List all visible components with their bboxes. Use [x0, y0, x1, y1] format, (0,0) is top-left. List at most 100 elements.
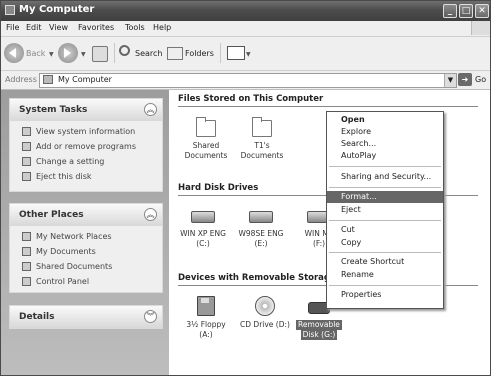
views-dropdown-icon[interactable]: ▼: [246, 51, 251, 58]
address-field[interactable]: My Computer ▼: [39, 73, 457, 88]
minimize-button[interactable]: _: [443, 4, 457, 18]
menu-separator: [329, 252, 441, 253]
my-computer-icon: [5, 5, 15, 15]
title-bar: My Computer _ □ ✕: [1, 1, 490, 21]
item-label: W98SE ENG: [238, 229, 284, 238]
panel-title: Details: [19, 312, 55, 322]
search-button[interactable]: Search: [135, 49, 162, 58]
menu-help[interactable]: Help: [153, 23, 171, 32]
system-tasks-header[interactable]: System Tasks ︽: [10, 99, 162, 121]
details-panel: Details ︾: [9, 305, 163, 329]
other-places-header[interactable]: Other Places ︽: [10, 204, 162, 226]
system-info-icon: [22, 127, 31, 136]
menu-item-format[interactable]: Format...: [327, 191, 443, 203]
place-network[interactable]: My Network Places: [10, 230, 162, 245]
task-label: Eject this disk: [36, 172, 92, 181]
hard-disk-icon: [191, 211, 215, 223]
item-label: (A:): [199, 330, 213, 339]
place-label: Shared Documents: [36, 262, 113, 271]
other-places-panel: Other Places ︽ My Network Places My Docu…: [9, 203, 163, 293]
eject-icon: [22, 172, 31, 181]
collapse-icon[interactable]: ︽: [144, 103, 157, 116]
close-button[interactable]: ✕: [475, 4, 489, 18]
item-label: CD Drive (D:): [240, 320, 290, 329]
task-view-system-info[interactable]: View system information: [10, 125, 162, 140]
task-add-remove-programs[interactable]: Add or remove programs: [10, 140, 162, 155]
menu-separator: [329, 220, 441, 221]
task-label: Change a setting: [36, 157, 105, 166]
menu-item-autoplay[interactable]: AutoPlay: [327, 150, 443, 162]
panel-title: Other Places: [19, 210, 84, 220]
forward-arrow-icon[interactable]: [58, 43, 78, 63]
go-button[interactable]: Go: [475, 75, 486, 84]
folder-icon: [252, 117, 272, 137]
group-divider: [178, 106, 478, 107]
place-label: Control Panel: [36, 277, 90, 286]
item-label: WIN XP ENG: [180, 229, 226, 238]
shared-documents-folder[interactable]: Shared Documents: [178, 117, 234, 161]
drive-e[interactable]: W98SE ENG (E:): [233, 207, 289, 249]
folder-icon: [22, 247, 31, 256]
search-icon[interactable]: [119, 45, 130, 56]
menu-item-search[interactable]: Search...: [327, 138, 443, 150]
place-control-panel[interactable]: Control Panel: [10, 275, 162, 290]
up-folder-icon[interactable]: [92, 46, 108, 62]
menu-separator: [329, 187, 441, 188]
menu-file[interactable]: File: [6, 23, 19, 32]
context-menu: Open Explore Search... AutoPlay Sharing …: [326, 111, 444, 309]
t1-documents-folder[interactable]: T1's Documents: [234, 117, 290, 161]
place-shared-documents[interactable]: Shared Documents: [10, 260, 162, 275]
item-label-selected: Removable: [296, 320, 342, 330]
network-places-icon: [22, 232, 31, 241]
maximize-button[interactable]: □: [459, 4, 473, 18]
group-header: Files Stored on This Computer: [178, 94, 324, 104]
folders-button[interactable]: Folders: [185, 49, 214, 58]
cd-drive-d[interactable]: CD Drive (D:): [235, 296, 295, 330]
menu-item-open[interactable]: Open: [327, 114, 443, 126]
views-icon[interactable]: [227, 46, 245, 60]
task-label: Add or remove programs: [36, 142, 136, 151]
forward-dropdown-icon[interactable]: ▼: [81, 51, 86, 58]
details-header[interactable]: Details ︾: [10, 306, 162, 328]
window-title: My Computer: [19, 4, 95, 15]
menu-item-rename[interactable]: Rename: [327, 269, 443, 281]
expand-icon[interactable]: ︾: [144, 310, 157, 323]
menu-view[interactable]: View: [49, 23, 68, 32]
back-button[interactable]: Back: [26, 49, 45, 58]
menu-favorites[interactable]: Favorites: [78, 23, 114, 32]
menu-tools[interactable]: Tools: [125, 23, 145, 32]
menu-item-copy[interactable]: Copy: [327, 237, 443, 249]
go-arrow-icon[interactable]: ➜: [458, 73, 472, 86]
menu-item-cut[interactable]: Cut: [327, 224, 443, 236]
back-arrow-icon[interactable]: [4, 43, 24, 63]
folders-icon[interactable]: [167, 47, 183, 60]
item-label: Documents: [184, 151, 228, 160]
hard-disk-icon: [249, 211, 273, 223]
chevron-down-icon[interactable]: ▼: [444, 74, 456, 87]
folder-icon: [22, 262, 31, 271]
toolbar-divider: [220, 43, 221, 63]
task-pane: System Tasks ︽ View system information A…: [1, 90, 169, 375]
task-change-setting[interactable]: Change a setting: [10, 155, 162, 170]
menu-item-properties[interactable]: Properties: [327, 289, 443, 301]
toolbar-divider: [114, 43, 115, 63]
menu-item-explore[interactable]: Explore: [327, 126, 443, 138]
menu-item-eject[interactable]: Eject: [327, 204, 443, 216]
drive-c[interactable]: WIN XP ENG (C:): [175, 207, 231, 249]
floppy-drive-a[interactable]: 3½ Floppy (A:): [178, 296, 234, 340]
item-label: (C:): [196, 239, 210, 248]
menu-item-sharing-security[interactable]: Sharing and Security...: [327, 171, 443, 183]
address-label: Address: [5, 75, 37, 84]
control-panel-icon: [22, 157, 31, 166]
item-label: (E:): [254, 239, 268, 248]
toolbar: Back ▼ ▼ Search Folders ▼: [1, 37, 490, 71]
back-dropdown-icon[interactable]: ▼: [49, 51, 54, 58]
item-label: T1's: [254, 141, 270, 150]
collapse-icon[interactable]: ︽: [144, 208, 157, 221]
group-header: Hard Disk Drives: [178, 183, 259, 193]
place-my-documents[interactable]: My Documents: [10, 245, 162, 260]
menu-edit[interactable]: Edit: [26, 23, 42, 32]
add-remove-icon: [22, 142, 31, 151]
menu-item-create-shortcut[interactable]: Create Shortcut: [327, 256, 443, 268]
task-eject-disk[interactable]: Eject this disk: [10, 170, 162, 185]
